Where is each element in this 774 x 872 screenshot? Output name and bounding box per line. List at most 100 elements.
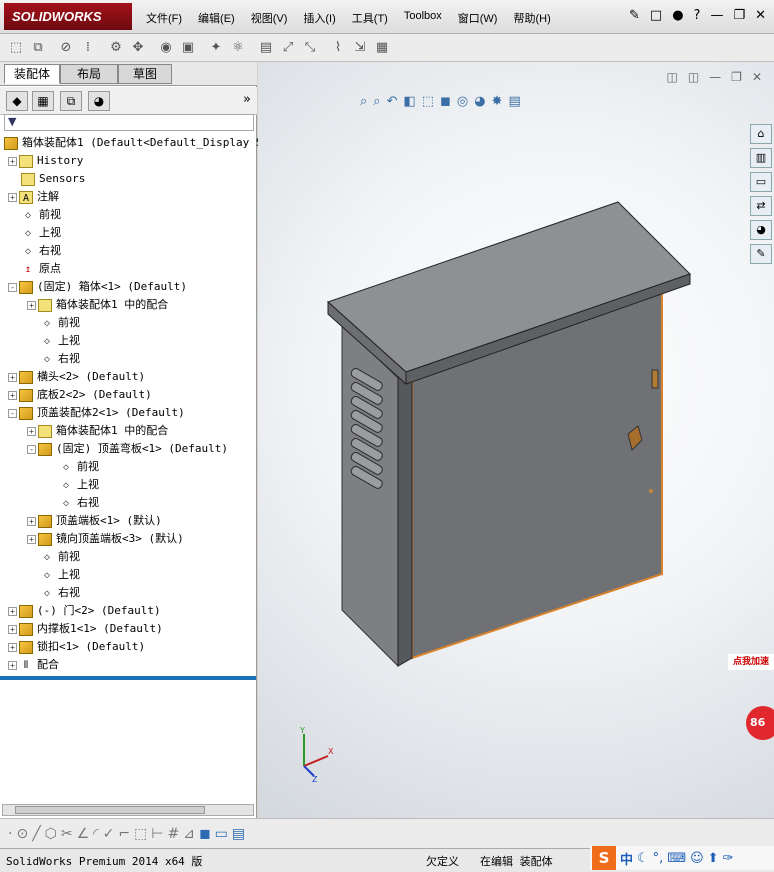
reference-geometry-icon[interactable]: ✦ [206,38,226,58]
assembly-features-icon[interactable]: ▣ [178,38,198,58]
dimension-icon[interactable]: ⊢ [151,826,163,842]
design-library-icon[interactable]: ▥ [750,148,772,168]
polygon-icon[interactable]: ⬡ [45,826,57,842]
menu-view[interactable]: 视图(V) [251,10,288,26]
tree-item-top-plane[interactable]: ◇ 上视 [59,476,99,494]
tree-item-box[interactable]: - (固定) 箱体<1> (Default) [8,278,187,296]
linear-pattern-icon[interactable]: ⁞ [78,38,98,58]
tree-item-sensors[interactable]: Sensors [21,170,85,188]
restore-button[interactable]: ❐ [733,8,745,23]
minimize-button[interactable]: — [710,8,723,23]
menu-toolbox[interactable]: Toolbox [404,10,442,26]
door-handle[interactable] [651,369,659,389]
tree-item-annotations[interactable]: + A 注解 [8,188,59,206]
menu-tools[interactable]: 工具(T) [352,10,388,26]
tree-root[interactable]: 箱体装配体1 (Default<Default_Display S [4,134,262,152]
menu-help[interactable]: 帮助(H) [513,10,550,26]
arc-icon[interactable]: ◜ [93,826,98,842]
tree-item-front-plane[interactable]: ◇ 前视 [40,548,80,566]
tree-item-front-plane[interactable]: ◇ 前视 [40,314,80,332]
moon-icon[interactable]: ☾ [637,851,649,866]
skin-icon[interactable]: ⬆ [708,851,719,866]
speedup-ad-number[interactable]: 86 [746,706,774,740]
scrollbar-thumb[interactable] [15,806,205,814]
circle-icon[interactable]: ⊙ [16,826,28,842]
interference-detection-icon[interactable]: ⌇ [328,38,348,58]
new-motion-study-icon[interactable]: ⚛ [228,38,248,58]
check-icon[interactable]: ✓ [103,826,115,842]
tile-horizontal-icon[interactable]: ▭ [215,826,228,842]
instant3d-icon[interactable]: ▦ [372,38,392,58]
trim-icon[interactable]: ✂ [61,826,73,842]
clearance-verification-icon[interactable]: ⇲ [350,38,370,58]
shaded-view-icon[interactable]: ◼ [199,826,211,842]
solidworks-resources-icon[interactable]: ⌂ [750,124,772,144]
sogou-logo[interactable]: S [592,846,616,870]
corner-rectangle-icon[interactable]: ⌐ [118,826,130,842]
tree-item-origin[interactable]: ↥ 原点 [21,260,61,278]
tree-divider[interactable] [0,676,256,680]
smart-fasteners-icon[interactable]: ⚙ [106,38,126,58]
horizontal-scrollbar[interactable] [2,804,254,816]
appearances-icon[interactable]: ◕ [750,220,772,240]
mate-icon[interactable]: ⧉ [28,38,48,58]
relation-icon[interactable]: ⊿ [183,826,195,842]
view-palette-icon[interactable]: ⇄ [750,196,772,216]
settings-wrench-icon[interactable]: ✑ [723,851,734,866]
pin-icon[interactable]: ✎ [629,8,640,23]
tree-item-top-cover-bend[interactable]: - (固定) 顶盖弯板<1> (Default) [27,440,228,458]
tree-item-front-plane[interactable]: ◇ 前视 [21,206,61,224]
user-icon[interactable]: ☺ [690,851,704,866]
grid-icon[interactable]: # [167,826,179,842]
move-component-icon[interactable]: ✥ [128,38,148,58]
electrical-cabinet-model[interactable] [258,62,774,818]
feature-tree-tab-icon[interactable]: ◆ [6,91,28,111]
tree-item-right-plane[interactable]: ◇ 右视 [21,242,61,260]
tree-item-history[interactable]: + History [8,152,83,170]
bill-of-materials-icon[interactable]: ▤ [256,38,276,58]
tree-item-inner-brace[interactable]: + 内撑板1<1> (Default) [8,620,163,638]
ime-language[interactable]: 中 [620,849,633,868]
insert-component-icon[interactable]: ⬚ [6,38,26,58]
cabinet-left-side[interactable] [341,322,399,668]
tree-item-bottom-plate[interactable]: + 底板2<2> (Default) [8,386,152,404]
expand-chevron-icon[interactable]: » [243,92,251,107]
tile-vertical-icon[interactable]: ▤ [232,826,245,842]
tree-item-right-plane[interactable]: ◇ 右视 [59,494,99,512]
menu-window[interactable]: 窗口(W) [458,10,498,26]
tree-item-front-plane[interactable]: ◇ 前视 [59,458,99,476]
close-button[interactable]: ✕ [755,8,766,23]
tree-item-cover-mates[interactable]: + 箱体装配体1 中的配合 [27,422,168,440]
tree-item-top-end-plate[interactable]: + 顶盖端板<1> (默认) [27,512,162,530]
paperclip-icon[interactable]: ⊘ [56,38,76,58]
centerpoint-rectangle-icon[interactable]: ⬚ [134,826,147,842]
exploded-view-icon[interactable]: ⤢ [278,38,298,58]
keyboard-icon[interactable]: ⌨ [667,851,686,866]
tree-item-latch[interactable]: + 锁扣<1> (Default) [8,638,145,656]
new-document-icon[interactable]: □ [650,8,662,23]
tree-item-crossbar[interactable]: + 横头<2> (Default) [8,368,145,386]
tree-item-door[interactable]: + (-) 门<2> (Default) [8,602,161,620]
display-manager-tab-icon[interactable]: ◕ [88,91,110,111]
tree-item-top-plane[interactable]: ◇ 上视 [40,332,80,350]
tab-sketch[interactable]: 草图 [118,64,172,84]
tree-item-mirror-end-plate[interactable]: + 镜向顶盖端板<3> (默认) [27,530,184,548]
graphics-area[interactable]: ◫ ◫ — ❐ ✕ ⌕ ⌕ ↶ ◧ ⬚ ◼ ◎ ◕ ✸ ▤ ⌂ ▥ ▭ ⇄ ◕ … [258,62,774,818]
tree-item-top-cover-assembly[interactable]: - 顶盖装配体2<1> (Default) [8,404,185,422]
menu-file[interactable]: 文件(F) [146,10,182,26]
solidworks-logo[interactable]: SOLIDWORKS [4,3,132,30]
traffic-light-icon[interactable]: ● [672,8,683,23]
tab-layout[interactable]: 布局 [60,64,118,84]
file-explorer-icon[interactable]: ▭ [750,172,772,192]
configuration-manager-tab-icon[interactable]: ⧉ [60,91,82,111]
tree-item-right-plane[interactable]: ◇ 右视 [40,584,80,602]
custom-properties-icon[interactable]: ✎ [750,244,772,264]
show-hidden-icon[interactable]: ◉ [156,38,176,58]
property-manager-tab-icon[interactable]: ▦ [32,91,54,111]
line-icon[interactable]: ╱ [32,826,40,842]
explode-line-sketch-icon[interactable]: ⤡ [300,38,320,58]
speedup-ad-label[interactable]: 点我加速 [728,654,774,670]
tab-assembly[interactable]: 装配体 [4,64,60,84]
point-icon[interactable]: · [8,826,12,842]
tree-item-top-plane[interactable]: ◇ 上视 [21,224,61,242]
